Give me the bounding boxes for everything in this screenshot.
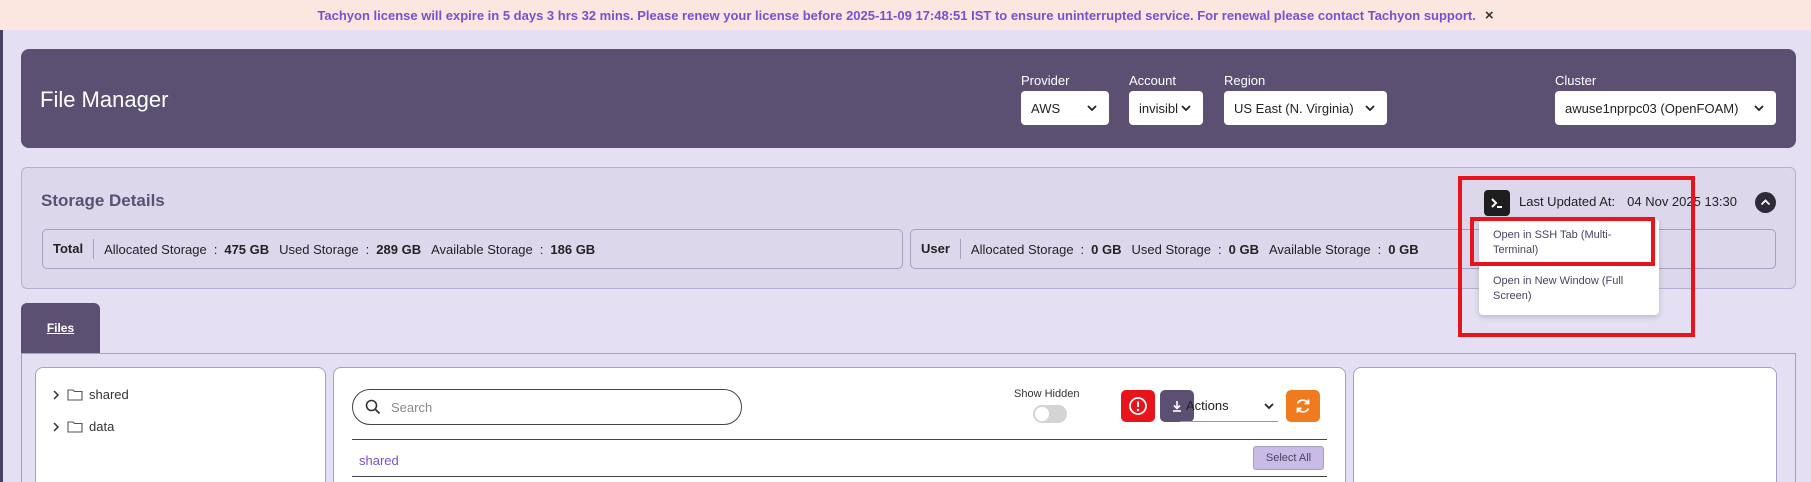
account-group: Account invisibl (1129, 73, 1203, 125)
terminal-button[interactable] (1484, 190, 1510, 216)
total-storage-box: Total Allocated Storage : 475 GB Used St… (42, 229, 903, 269)
chevron-down-icon (1365, 105, 1375, 112)
license-banner: Tachyon license will expire in 5 days 3 … (0, 0, 1811, 30)
tab-files-label: Files (46, 321, 75, 335)
file-browser-panel: Show Hidden Actions shared Select All (333, 367, 1346, 482)
tree-item-label: shared (89, 387, 129, 402)
total-available-label: Available Storage (431, 241, 533, 257)
collapse-button[interactable] (1755, 192, 1776, 213)
terminal-icon (1491, 198, 1502, 208)
folder-icon (67, 389, 83, 401)
folder-tree-panel: shared data (35, 367, 326, 482)
account-value: invisibl (1139, 100, 1179, 116)
refresh-icon (1296, 399, 1310, 413)
chevron-right-icon (53, 421, 60, 432)
show-hidden-toggle[interactable] (1033, 405, 1067, 423)
user-allocated-label: Allocated Storage (970, 241, 1074, 257)
last-updated-label: Last Updated At: (1519, 194, 1616, 209)
menu-item-ssh-tab[interactable]: Open in SSH Tab (Multi-Terminal) (1493, 228, 1653, 258)
tree-item-data[interactable]: data (51, 419, 114, 434)
actions-select[interactable]: Actions (1180, 390, 1278, 422)
user-used-label: Used Storage (1131, 241, 1212, 257)
user-allocated-value: 0 GB (1091, 241, 1122, 257)
current-path-link[interactable]: shared (359, 453, 399, 468)
provider-label: Provider (1021, 73, 1070, 88)
last-updated: Last Updated At: 04 Nov 2025 13:30 (1519, 194, 1737, 209)
chevron-down-icon (1181, 105, 1191, 112)
last-updated-value: 04 Nov 2025 13:30 (1627, 194, 1737, 209)
chevron-down-icon (1754, 105, 1764, 112)
cluster-value: awuse1nprpc03 (OpenFOAM) (1565, 100, 1739, 116)
separator: : (213, 241, 218, 257)
separator: : (1218, 241, 1222, 257)
divider (352, 439, 1327, 440)
user-available-value: 0 GB (1388, 241, 1419, 257)
separator: : (1377, 241, 1382, 257)
alert-icon (1129, 397, 1147, 415)
storage-details-title: Storage Details (41, 191, 165, 210)
separator: : (365, 241, 370, 257)
region-select[interactable]: US East (N. Virginia) (1224, 91, 1387, 125)
region-value: US East (N. Virginia) (1234, 100, 1354, 116)
separator: : (1080, 241, 1085, 257)
cluster-label: Cluster (1555, 73, 1597, 88)
provider-group: Provider AWS (1021, 73, 1109, 125)
region-group: Region US East (N. Virginia) (1224, 73, 1387, 125)
total-label: Total (43, 239, 95, 259)
total-used-label: Used Storage (279, 241, 359, 257)
account-label: Account (1129, 73, 1176, 88)
tree-item-label: data (89, 419, 115, 434)
chevron-down-icon (1087, 105, 1097, 112)
page-header: File Manager Provider AWS Account invisi… (21, 49, 1796, 148)
left-edge-bar (0, 30, 3, 482)
user-label: User (911, 239, 961, 259)
preview-panel (1353, 367, 1777, 482)
menu-item-new-window[interactable]: Open in New Window (Full Screen) (1493, 274, 1653, 304)
divider (352, 476, 1327, 477)
total-allocated-label: Allocated Storage (104, 241, 207, 257)
actions-label: Actions (1186, 398, 1229, 413)
refresh-button[interactable] (1286, 390, 1320, 422)
chevron-right-icon (53, 389, 60, 400)
separator: : (539, 241, 544, 257)
cluster-group: Cluster awuse1nprpc03 (OpenFOAM) (1555, 73, 1776, 125)
user-available-label: Available Storage (1268, 241, 1371, 257)
files-area: shared data Show Hidden Actions sh (21, 353, 1796, 482)
search-box (352, 389, 742, 425)
account-select[interactable]: invisibl (1129, 91, 1203, 125)
select-all-button[interactable]: Select All (1253, 446, 1324, 470)
show-hidden-label: Show Hidden (1014, 388, 1080, 400)
license-banner-message: Tachyon license will expire in 5 days 3 … (317, 7, 1476, 23)
folder-icon (67, 421, 83, 433)
alert-button[interactable] (1121, 390, 1155, 422)
total-allocated-value: 475 GB (224, 241, 270, 257)
toggle-knob (1035, 407, 1049, 421)
provider-value: AWS (1031, 100, 1061, 116)
search-input[interactable] (391, 399, 721, 415)
search-icon (365, 399, 381, 415)
region-label: Region (1224, 73, 1266, 88)
tree-item-shared[interactable]: shared (51, 387, 129, 402)
total-used-value: 289 GB (376, 241, 422, 257)
chevron-down-icon (1264, 402, 1274, 409)
chevron-up-icon (1760, 199, 1771, 206)
tab-files[interactable]: Files (21, 303, 100, 353)
cluster-select[interactable]: awuse1nprpc03 (OpenFOAM) (1555, 91, 1776, 125)
terminal-menu: Open in SSH Tab (Multi-Terminal) Open in… (1479, 219, 1659, 315)
provider-select[interactable]: AWS (1021, 91, 1109, 125)
page-title: File Manager (40, 87, 169, 112)
close-icon[interactable]: × (1485, 7, 1494, 24)
user-used-value: 0 GB (1228, 241, 1259, 257)
total-available-value: 186 GB (550, 241, 596, 257)
